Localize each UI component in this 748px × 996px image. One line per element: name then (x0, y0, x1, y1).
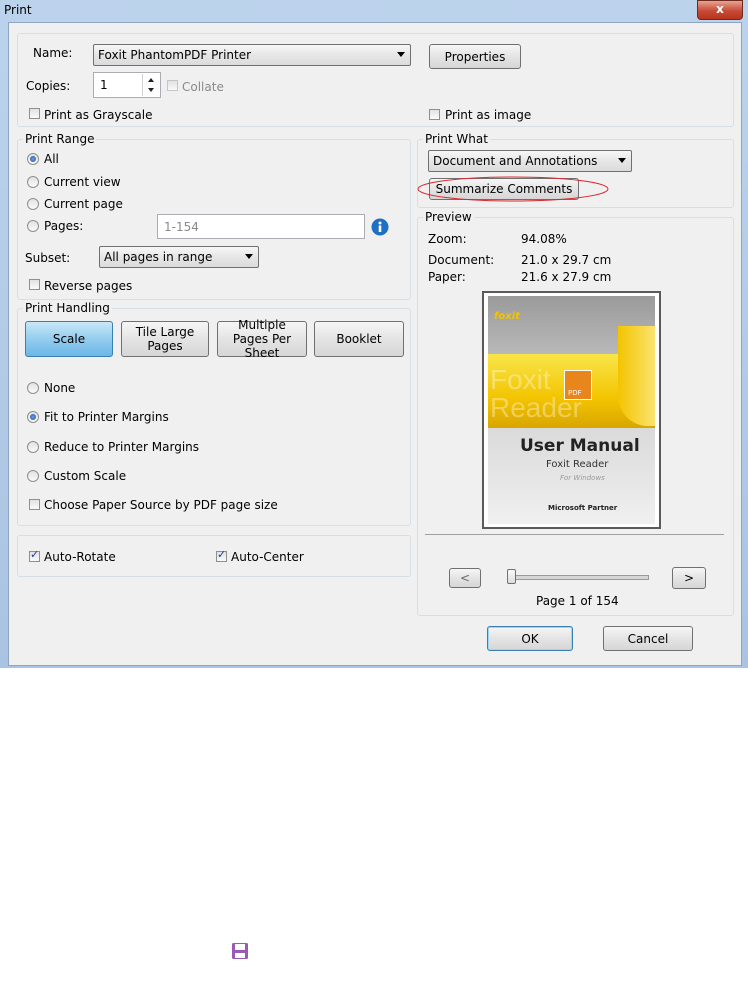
auto-rotate-checkbox[interactable] (29, 548, 40, 562)
highlight-circle (417, 176, 609, 202)
tab-scale-label: Scale (52, 332, 86, 346)
stepper-arrows-icon (148, 78, 154, 92)
pages-input[interactable]: 1-154 (157, 214, 365, 239)
reverse-pages-checkbox[interactable] (29, 279, 40, 290)
ok-button[interactable]: OK (487, 626, 573, 651)
copies-value: 1 (100, 78, 108, 92)
scale-none-radio[interactable] (27, 382, 39, 394)
grayscale-checkbox[interactable] (29, 108, 40, 119)
copies-stepper[interactable] (142, 74, 159, 96)
scale-custom-label: Custom Scale (44, 469, 127, 483)
preview-title: Preview (423, 210, 474, 224)
chevron-right-icon: > (683, 571, 695, 585)
subset-select[interactable]: All pages in range (99, 246, 259, 268)
brand-logo: foxit (494, 311, 520, 322)
tab-multiple-label: Multiple Pages Per Sheet (232, 318, 292, 360)
scale-none-label: None (44, 381, 76, 395)
cover-heading: User Manual (520, 436, 640, 456)
cancel-label: Cancel (627, 631, 669, 646)
close-icon: x (716, 2, 724, 16)
properties-button[interactable]: Properties (429, 44, 521, 69)
save-icon[interactable] (231, 942, 249, 960)
subset-value: All pages in range (104, 250, 213, 264)
print-as-image-checkbox[interactable] (429, 109, 440, 120)
page-slider-track[interactable] (507, 575, 649, 580)
tab-scale[interactable]: Scale (25, 321, 113, 357)
print-range-title: Print Range (23, 132, 97, 146)
cover-watermark: Foxit Reader (490, 364, 582, 423)
chevron-down-icon (397, 52, 405, 57)
printer-select[interactable]: Foxit PhantomPDF Printer (93, 44, 411, 66)
paper-source-checkbox[interactable] (29, 499, 40, 510)
copies-label: Copies: (26, 79, 71, 93)
range-all-label: All (44, 152, 59, 166)
chevron-left-icon: < (459, 571, 471, 585)
document-label: Document: (428, 253, 495, 267)
cancel-button[interactable]: Cancel (603, 626, 693, 651)
zoom-value: 94.08% (521, 232, 567, 246)
cover-platform: For Windows (560, 474, 605, 482)
tab-booklet[interactable]: Booklet (314, 321, 404, 357)
print-what-title: Print What (423, 132, 490, 146)
pdf-badge-label: PDF (568, 389, 582, 397)
range-all-radio[interactable] (27, 153, 39, 165)
cover-product: Foxit Reader (546, 459, 609, 470)
page-slider-thumb[interactable] (507, 569, 516, 584)
print-as-image-label: Print as image (445, 108, 532, 122)
printer-value: Foxit PhantomPDF Printer (98, 48, 252, 62)
tab-multiple-pages[interactable]: Multiple Pages Per Sheet (217, 318, 307, 360)
reverse-pages-label: Reverse pages (44, 279, 133, 293)
cover-image: foxit Foxit Reader PDF User Manual Foxit… (488, 296, 655, 524)
range-pages-label: Pages: (44, 219, 84, 233)
tab-tile-label: Tile Large Pages (135, 325, 195, 353)
properties-label: Properties (444, 49, 506, 64)
scale-fit-radio[interactable] (27, 411, 39, 423)
scale-fit-label: Fit to Printer Margins (44, 410, 169, 424)
dialog-client: Name: Foxit PhantomPDF Printer Propertie… (8, 22, 742, 666)
next-page-button[interactable]: > (672, 567, 706, 589)
auto-rotate-label: Auto-Rotate (44, 550, 116, 564)
print-what-value: Document and Annotations (433, 154, 598, 168)
scale-reduce-radio[interactable] (27, 441, 39, 453)
page-status: Page 1 of 154 (536, 594, 619, 608)
chevron-down-icon (245, 254, 253, 259)
paper-label: Paper: (428, 270, 466, 284)
chevron-down-icon (618, 158, 626, 163)
scale-reduce-label: Reduce to Printer Margins (44, 440, 200, 454)
print-what-select[interactable]: Document and Annotations (428, 150, 632, 172)
range-current-view-radio[interactable] (27, 176, 39, 188)
subset-label: Subset: (25, 251, 71, 265)
close-button[interactable]: x (697, 0, 743, 20)
pages-value: 1-154 (164, 220, 199, 234)
paper-value: 21.6 x 27.9 cm (521, 270, 612, 284)
scale-custom-radio[interactable] (27, 470, 39, 482)
range-current-page-label: Current page (44, 197, 123, 211)
divider (425, 534, 724, 535)
range-pages-radio[interactable] (27, 220, 39, 232)
grayscale-label: Print as Grayscale (44, 108, 153, 122)
auto-center-checkbox[interactable] (216, 548, 227, 562)
collate-label: Collate (182, 80, 224, 94)
info-icon[interactable] (371, 218, 389, 236)
cover-partner: Microsoft Partner (548, 504, 618, 512)
name-label: Name: (33, 46, 73, 60)
tab-booklet-label: Booklet (336, 332, 382, 346)
window-title: Print (4, 3, 32, 17)
print-handling-title: Print Handling (23, 301, 112, 315)
range-current-view-label: Current view (44, 175, 121, 189)
range-current-page-radio[interactable] (27, 198, 39, 210)
document-value: 21.0 x 29.7 cm (521, 253, 612, 267)
prev-page-button[interactable]: < (449, 568, 481, 588)
ok-label: OK (521, 631, 539, 646)
paper-source-label: Choose Paper Source by PDF page size (44, 498, 278, 512)
page-thumbnail: foxit Foxit Reader PDF User Manual Foxit… (482, 291, 661, 529)
print-dialog: Print x Name: Foxit PhantomPDF Printer P… (0, 0, 748, 668)
zoom-label: Zoom: (428, 232, 467, 246)
title-bar: Print x (0, 0, 748, 22)
auto-center-label: Auto-Center (231, 550, 304, 564)
collate-checkbox[interactable] (167, 80, 178, 91)
copies-spinner[interactable]: 1 (93, 72, 161, 98)
tab-tile-large-pages[interactable]: Tile Large Pages (121, 321, 209, 357)
pdf-badge-icon: PDF (564, 370, 592, 400)
